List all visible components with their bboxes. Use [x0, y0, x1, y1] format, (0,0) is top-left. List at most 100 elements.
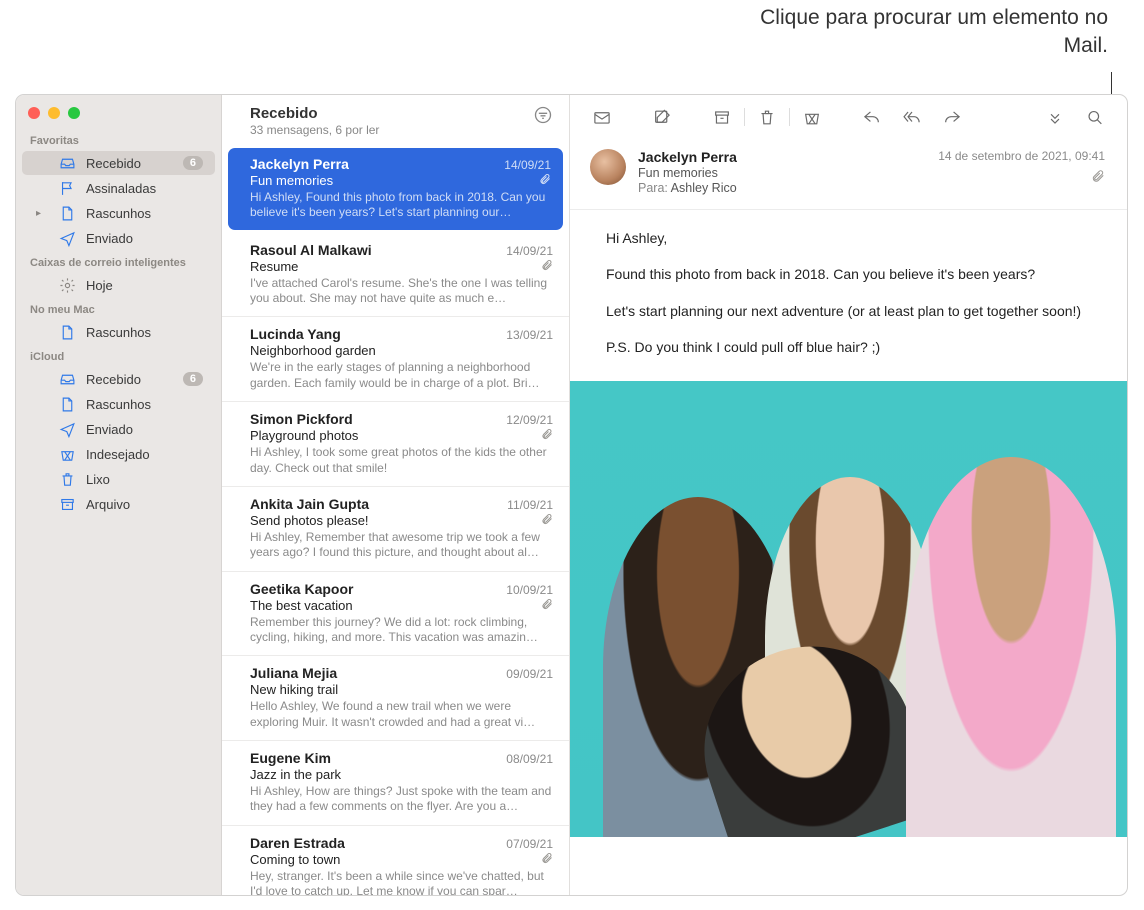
close-button[interactable] [28, 107, 40, 119]
junk-icon [58, 445, 76, 463]
sidebar-section-smart: Caixas de correio inteligentes [16, 251, 221, 272]
compose-button[interactable] [642, 102, 682, 132]
photo-person [906, 457, 1116, 837]
attachment-photo[interactable] [570, 381, 1127, 837]
minimize-button[interactable] [48, 107, 60, 119]
archive-icon [58, 495, 76, 513]
date: 11/09/21 [507, 498, 553, 512]
sidebar-item-icloud-junk[interactable]: Indesejado [22, 442, 215, 466]
sidebar-item-icloud-drafts[interactable]: Rascunhos [22, 392, 215, 416]
reply-all-button[interactable] [892, 102, 932, 132]
from: Lucinda Yang [250, 326, 506, 342]
date: 14/09/21 [504, 158, 551, 172]
message-row[interactable]: Geetika Kapoor10/09/21The best vacationR… [222, 572, 569, 657]
from: Juliana Mejia [250, 665, 506, 681]
more-button[interactable] [1035, 102, 1075, 132]
junk-button[interactable] [792, 102, 832, 132]
subject: Neighborhood garden [250, 343, 553, 358]
body-paragraph: P.S. Do you think I could pull off blue … [606, 337, 1097, 357]
sidebar-section-favorites: Favoritas [16, 129, 221, 150]
subject: New hiking trail [250, 682, 553, 697]
zoom-button[interactable] [68, 107, 80, 119]
sidebar-item-inbox[interactable]: Recebido 6 [22, 151, 215, 175]
sidebar-item-drafts[interactable]: ▸ Rascunhos [22, 201, 215, 225]
search-button[interactable] [1075, 102, 1115, 132]
sidebar-item-label: Rascunhos [86, 397, 203, 412]
message-row[interactable]: Ankita Jain Gupta11/09/21Send photos ple… [222, 487, 569, 572]
sidebar-item-icloud-archive[interactable]: Arquivo [22, 492, 215, 516]
subject: Playground photos [250, 428, 535, 443]
toolbar [570, 95, 1127, 139]
message-row[interactable]: Eugene Kim08/09/21Jazz in the parkHi Ash… [222, 741, 569, 826]
sidebar-item-label: Recebido [86, 156, 173, 171]
trash-icon [58, 470, 76, 488]
message-row[interactable]: Simon Pickford12/09/21Playground photosH… [222, 402, 569, 487]
attachment-icon[interactable] [938, 169, 1105, 186]
to-value: Ashley Rico [671, 181, 737, 195]
to-line: Para: Ashley Rico [638, 181, 926, 195]
body-paragraph: Hi Ashley, [606, 228, 1097, 248]
preview: Hi Ashley, Remember that awesome trip we… [250, 530, 553, 561]
sidebar-item-icloud-sent[interactable]: Enviado [22, 417, 215, 441]
inbox-icon [58, 370, 76, 388]
document-icon [58, 204, 76, 222]
unread-badge: 6 [183, 156, 203, 170]
message-row[interactable]: Daren Estrada07/09/21Coming to townHey, … [222, 826, 569, 895]
gear-icon [58, 276, 76, 294]
preview: Hi Ashley, Found this photo from back in… [250, 190, 551, 221]
sidebar-section-onmymac: No meu Mac [16, 298, 221, 319]
preview: We're in the early stages of planning a … [250, 360, 553, 391]
message-list[interactable]: Jackelyn Perra14/09/21Fun memoriesHi Ash… [222, 145, 569, 895]
attachment-icon [541, 259, 553, 274]
sent-icon [58, 420, 76, 438]
toolbar-separator [744, 108, 745, 126]
subject: Send photos please! [250, 513, 535, 528]
sidebar-item-today[interactable]: Hoje [22, 273, 215, 297]
subject-line: Fun memories [638, 166, 926, 180]
callout-text: Clique para procurar um elemento no Mail… [728, 4, 1108, 61]
sidebar-item-label: Assinaladas [86, 181, 203, 196]
list-header: Recebido 33 mensagens, 6 por ler [222, 95, 569, 145]
from: Geetika Kapoor [250, 581, 506, 597]
subject: Fun memories [250, 173, 533, 188]
preview: Remember this journey? We did a lot: roc… [250, 615, 553, 646]
message-row[interactable]: Lucinda Yang13/09/21Neighborhood garden W… [222, 317, 569, 402]
toolbar-separator [789, 108, 790, 126]
delete-button[interactable] [747, 102, 787, 132]
to-label: Para: [638, 181, 671, 195]
sidebar-item-icloud-inbox[interactable]: Recebido 6 [22, 367, 215, 391]
sidebar-item-sent[interactable]: Enviado [22, 226, 215, 250]
sidebar-item-label: Indesejado [86, 447, 203, 462]
preview: Hey, stranger. It's been a while since w… [250, 869, 553, 895]
message-date: 14 de setembro de 2021, 09:41 [938, 149, 1105, 163]
message-row[interactable]: Juliana Mejia09/09/21New hiking trailHel… [222, 656, 569, 741]
sidebar-item-flagged[interactable]: Assinaladas [22, 176, 215, 200]
list-subtitle: 33 mensagens, 6 por ler [250, 123, 533, 137]
from: Rasoul Al Malkawi [250, 242, 506, 258]
sidebar-section-icloud: iCloud [16, 345, 221, 366]
message-body: Hi Ashley, Found this photo from back in … [570, 210, 1127, 373]
date: 14/09/21 [506, 244, 553, 258]
sidebar-item-icloud-trash[interactable]: Lixo [22, 467, 215, 491]
window-controls [16, 103, 221, 129]
forward-button[interactable] [932, 102, 972, 132]
attachment-icon [541, 852, 553, 867]
list-title: Recebido [250, 105, 533, 122]
sidebar-item-mac-drafts[interactable]: Rascunhos [22, 320, 215, 344]
message-row[interactable]: Jackelyn Perra14/09/21Fun memoriesHi Ash… [228, 148, 563, 230]
sidebar-item-label: Enviado [86, 231, 203, 246]
avatar [590, 149, 626, 185]
filter-button[interactable] [533, 105, 553, 128]
subject: Resume [250, 259, 535, 274]
reader-pane: Jackelyn Perra Fun memories Para: Ashley… [570, 95, 1127, 895]
preview: Hi Ashley, I took some great photos of t… [250, 445, 553, 476]
date: 13/09/21 [506, 328, 553, 342]
disclosure-triangle[interactable]: ▸ [36, 208, 48, 219]
archive-button[interactable] [702, 102, 742, 132]
subject: The best vacation [250, 598, 535, 613]
sent-icon [58, 229, 76, 247]
mark-read-button[interactable] [582, 102, 622, 132]
message-row[interactable]: Rasoul Al Malkawi14/09/21ResumeI've atta… [222, 233, 569, 318]
body-paragraph: Found this photo from back in 2018. Can … [606, 264, 1097, 284]
reply-button[interactable] [852, 102, 892, 132]
